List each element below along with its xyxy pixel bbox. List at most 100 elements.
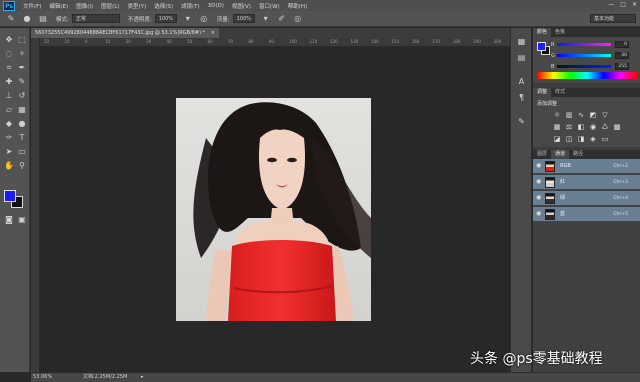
invert-icon[interactable]: ◪ xyxy=(553,135,561,143)
zoom-tool-icon[interactable]: ⚲ xyxy=(16,160,28,171)
brush-panel-toggle-icon[interactable]: ▤ xyxy=(38,14,48,24)
path-select-tool-icon[interactable]: ➤ xyxy=(3,146,15,157)
tab-swatches[interactable]: 色板 xyxy=(551,28,569,37)
posterize-icon[interactable]: ◫ xyxy=(565,135,573,143)
g-slider[interactable] xyxy=(557,54,611,57)
menu-type[interactable]: 类型(Y) xyxy=(128,2,147,10)
channel-row-red[interactable]: ◉ 红 Ctrl+3 xyxy=(533,175,640,190)
black-white-icon[interactable]: ◧ xyxy=(577,123,585,131)
quick-mask-icon[interactable]: ◙ xyxy=(3,214,15,225)
workspace-select[interactable]: 基本功能 xyxy=(590,14,636,23)
close-window-button[interactable]: ✕ xyxy=(632,1,637,8)
eyedropper-tool-icon[interactable]: ✒ xyxy=(16,62,28,73)
menu-select[interactable]: 选择(S) xyxy=(154,2,173,10)
brush-preset-icon[interactable]: ● xyxy=(22,14,32,24)
tab-styles[interactable]: 样式 xyxy=(551,88,569,97)
channel-row-blue[interactable]: ◉ 蓝 Ctrl+5 xyxy=(533,207,640,222)
g-value-input[interactable]: 30 xyxy=(615,52,629,59)
color-panel-fg-swatch[interactable] xyxy=(537,42,546,51)
status-arrow-icon[interactable]: ▸ xyxy=(141,373,144,382)
chevron-down-icon[interactable]: ▾ xyxy=(261,14,271,24)
blur-tool-icon[interactable]: ◆ xyxy=(3,118,15,129)
properties-panel-icon[interactable]: ▤ xyxy=(516,52,527,63)
pen-tool-icon[interactable]: ✑ xyxy=(3,132,15,143)
brush-panel-icon[interactable]: ✎ xyxy=(516,116,527,127)
visibility-eye-icon[interactable]: ◉ xyxy=(536,211,542,217)
flow-input[interactable]: 100% xyxy=(232,14,255,23)
gradient-map-icon[interactable]: ▭ xyxy=(601,135,609,143)
healing-brush-tool-icon[interactable]: ✚ xyxy=(3,76,15,87)
brightness-icon[interactable]: ☼ xyxy=(553,111,561,119)
minimize-button[interactable]: — xyxy=(608,1,614,8)
r-slider[interactable] xyxy=(557,43,611,46)
tab-channels[interactable]: 通道 xyxy=(551,150,570,159)
visibility-eye-icon[interactable]: ◉ xyxy=(536,163,542,169)
mode-select[interactable]: 正常 xyxy=(71,14,120,23)
hand-tool-icon[interactable]: ✋ xyxy=(3,160,15,171)
selective-color-icon[interactable]: ◈ xyxy=(589,135,597,143)
clone-stamp-tool-icon[interactable]: ⊥ xyxy=(3,90,15,101)
tab-color[interactable]: 颜色 xyxy=(533,28,552,37)
chevron-down-icon[interactable]: ▾ xyxy=(183,14,193,24)
menu-edit[interactable]: 编辑(E) xyxy=(49,2,68,10)
document-tab[interactable]: 56073255C49928044888AECBF61717F43C.jpg @… xyxy=(31,28,219,38)
history-panel-icon[interactable]: ▦ xyxy=(516,36,527,47)
visibility-eye-icon[interactable]: ◉ xyxy=(536,195,542,201)
history-brush-tool-icon[interactable]: ↺ xyxy=(16,90,28,101)
channel-mixer-icon[interactable]: ♺ xyxy=(601,123,609,131)
b-value-input[interactable]: 255 xyxy=(615,63,629,70)
rectangle-tool-icon[interactable]: ▭ xyxy=(16,146,28,157)
menu-image[interactable]: 图像(I) xyxy=(76,2,93,10)
tab-adjustments[interactable]: 调整 xyxy=(533,88,552,97)
brush-tool-icon[interactable]: ✎ xyxy=(6,14,16,24)
b-slider[interactable] xyxy=(557,65,611,68)
visibility-eye-icon[interactable]: ◉ xyxy=(536,179,542,185)
gradient-tool-icon[interactable]: ▦ xyxy=(16,104,28,115)
ruler-tick-label: 40 xyxy=(166,39,172,44)
close-tab-icon[interactable]: × xyxy=(211,30,215,36)
color-balance-icon[interactable]: ⚖ xyxy=(565,123,573,131)
color-lookup-icon[interactable]: ▩ xyxy=(613,123,621,131)
levels-icon[interactable]: ▥ xyxy=(565,111,573,119)
portrait-illustration xyxy=(176,98,371,321)
ruler-tick-label: 10 xyxy=(64,39,70,44)
character-panel-icon[interactable]: A xyxy=(516,76,527,87)
marquee-tool-icon[interactable]: ⬚ xyxy=(16,34,28,45)
zoom-level[interactable]: 53.06% xyxy=(33,373,52,382)
menu-layer[interactable]: 图层(L) xyxy=(101,2,119,10)
pressure-size-icon[interactable]: ◎ xyxy=(293,14,303,24)
tab-layers[interactable]: 图层 xyxy=(533,150,551,159)
screen-mode-icon[interactable]: ▣ xyxy=(16,214,28,225)
menu-view[interactable]: 视图(V) xyxy=(232,2,251,10)
menu-window[interactable]: 窗口(W) xyxy=(259,2,280,10)
menu-filter[interactable]: 滤镜(T) xyxy=(181,2,200,10)
airbrush-icon[interactable]: ✐ xyxy=(277,14,287,24)
hue-saturation-icon[interactable]: ▦ xyxy=(553,123,561,131)
maximize-button[interactable]: □ xyxy=(620,1,626,8)
menu-3d[interactable]: 3D(D) xyxy=(208,3,224,9)
quick-select-tool-icon[interactable]: ✧ xyxy=(16,48,28,59)
photo-filter-icon[interactable]: ◉ xyxy=(589,123,597,131)
curves-icon[interactable]: ∿ xyxy=(577,111,585,119)
eraser-tool-icon[interactable]: ▱ xyxy=(3,104,15,115)
menu-help[interactable]: 帮助(H) xyxy=(288,2,307,10)
threshold-icon[interactable]: ◨ xyxy=(577,135,585,143)
vibrance-icon[interactable]: ▽ xyxy=(601,111,609,119)
brush-tool-icon[interactable]: ✎ xyxy=(16,76,28,87)
channel-row-rgb[interactable]: ◉ RGB Ctrl+2 xyxy=(533,159,640,174)
pressure-opacity-icon[interactable]: ◎ xyxy=(199,14,209,24)
crop-tool-icon[interactable]: ⌗ xyxy=(3,62,15,73)
exposure-icon[interactable]: ◩ xyxy=(589,111,597,119)
paragraph-panel-icon[interactable]: ¶ xyxy=(516,92,527,103)
dodge-tool-icon[interactable]: ● xyxy=(16,118,28,129)
type-tool-icon[interactable]: T xyxy=(16,132,28,143)
foreground-color-swatch[interactable] xyxy=(4,190,16,202)
opacity-input[interactable]: 100% xyxy=(154,14,177,23)
r-value-input[interactable]: 0 xyxy=(615,41,629,48)
channel-row-green[interactable]: ◉ 绿 Ctrl+4 xyxy=(533,191,640,206)
menu-file[interactable]: 文件(F) xyxy=(23,2,41,10)
tab-paths[interactable]: 路径 xyxy=(569,150,587,159)
color-spectrum-bar[interactable] xyxy=(537,72,637,79)
move-tool-icon[interactable]: ✥ xyxy=(3,34,15,45)
lasso-tool-icon[interactable]: ◌ xyxy=(3,48,15,59)
